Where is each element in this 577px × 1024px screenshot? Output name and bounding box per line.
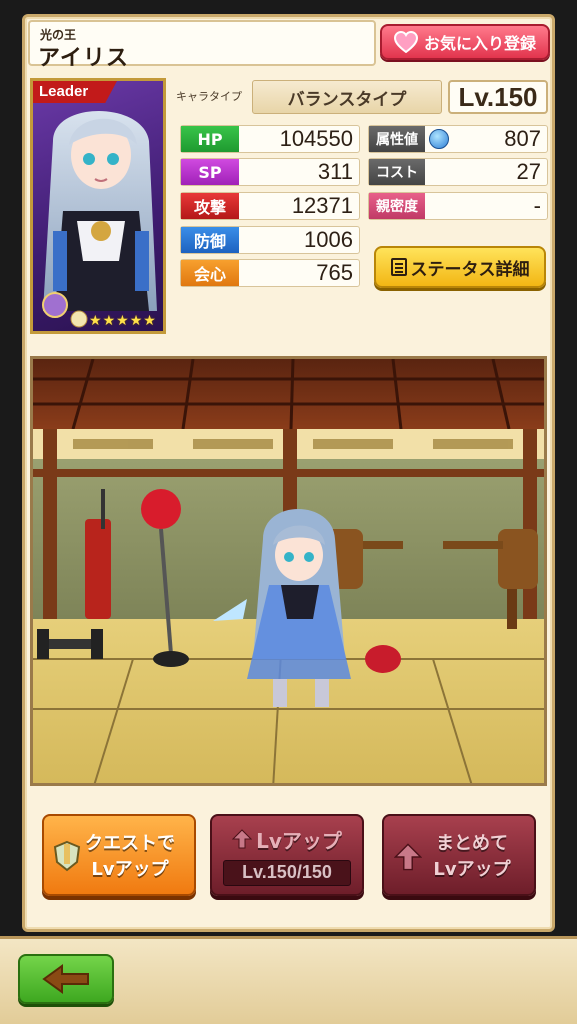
stat-defense: 防御 1006 bbox=[180, 226, 360, 254]
quest-lvup-button[interactable]: クエストで Lvアップ bbox=[42, 814, 196, 896]
stat-sp-label: SP bbox=[181, 159, 239, 185]
stat-hp: HP 104550 bbox=[180, 125, 360, 153]
status-detail-button[interactable]: ステータス詳細 bbox=[374, 246, 546, 288]
character-portrait-art bbox=[42, 111, 157, 328]
stat-defense-label: 防御 bbox=[181, 227, 239, 253]
character-level: Lv.150 bbox=[448, 80, 548, 114]
stat-defense-value: 1006 bbox=[304, 227, 353, 252]
lvup-button[interactable]: Lvアップ Lv.150/150 bbox=[210, 814, 364, 896]
character-name: アイリス bbox=[38, 46, 129, 71]
arrow-up-icon bbox=[232, 829, 253, 849]
back-arrow-icon bbox=[42, 964, 89, 994]
stat-attack-value: 12371 bbox=[291, 193, 353, 218]
favorite-button-label: お気に入り登録 bbox=[423, 34, 536, 53]
heart-icon bbox=[393, 31, 418, 53]
star-icon: ★ bbox=[143, 313, 156, 329]
stat-attribute-value: 807 bbox=[504, 126, 541, 151]
star-icon: ★ bbox=[89, 313, 102, 329]
stat-hp-label: HP bbox=[181, 126, 239, 152]
stat-affinity-label: 親密度 bbox=[369, 193, 425, 219]
character-portrait[interactable]: Leader ★ ★ ★ ★ ★ bbox=[30, 78, 166, 334]
level-counter: Lv.150/150 bbox=[223, 859, 351, 886]
star-icon: ★ bbox=[102, 313, 116, 329]
bulk-lvup-line1: まとめて bbox=[436, 833, 508, 854]
stat-attribute: 属性値 807 bbox=[368, 125, 548, 153]
stat-critical: 会心 765 bbox=[180, 259, 360, 287]
stat-cost-label: コスト bbox=[369, 159, 425, 185]
leader-tag: Leader bbox=[33, 81, 117, 103]
star-icon: ★ bbox=[129, 313, 143, 329]
stat-affinity-value: - bbox=[533, 193, 541, 218]
stat-cost: コスト 27 bbox=[368, 158, 548, 186]
character-stage bbox=[30, 356, 547, 786]
stat-attack-label: 攻撃 bbox=[181, 193, 239, 219]
stat-sp: SP 311 bbox=[180, 158, 360, 186]
stat-affinity: 親密度 - bbox=[368, 192, 548, 220]
quest-lvup-line2: Lvアップ bbox=[91, 859, 169, 880]
stat-attack: 攻撃 12371 bbox=[180, 192, 360, 220]
bulk-lvup-line2: Lvアップ bbox=[433, 859, 511, 880]
stat-critical-label: 会心 bbox=[181, 260, 239, 286]
character-type-value: バランスタイプ bbox=[252, 80, 442, 114]
stat-critical-value: 765 bbox=[316, 260, 353, 285]
stat-hp-value: 104550 bbox=[279, 126, 353, 151]
back-button[interactable] bbox=[18, 954, 114, 1004]
character-name-plate: 光の王 アイリス bbox=[28, 20, 376, 71]
shield-icon bbox=[53, 840, 81, 872]
character-type-label: キャラタイプ bbox=[176, 90, 242, 103]
status-detail-label: ステータス詳細 bbox=[410, 259, 530, 280]
favorite-button[interactable]: お気に入り登録 bbox=[380, 24, 550, 60]
list-icon bbox=[390, 258, 407, 276]
rarity-stars: ★ ★ ★ ★ ★ bbox=[89, 313, 156, 329]
quest-lvup-line1: クエストで bbox=[85, 833, 175, 854]
bulk-lvup-button[interactable]: まとめて Lvアップ bbox=[382, 814, 536, 896]
water-attribute-icon bbox=[429, 129, 449, 149]
dojo-scene bbox=[33, 359, 544, 783]
stat-sp-value: 311 bbox=[317, 159, 353, 184]
lvup-label: Lvアップ bbox=[256, 828, 342, 853]
stat-cost-value: 27 bbox=[516, 159, 541, 184]
arrow-up-icon bbox=[394, 843, 422, 871]
star-icon: ★ bbox=[116, 313, 129, 329]
stat-attribute-label: 属性値 bbox=[369, 126, 425, 152]
